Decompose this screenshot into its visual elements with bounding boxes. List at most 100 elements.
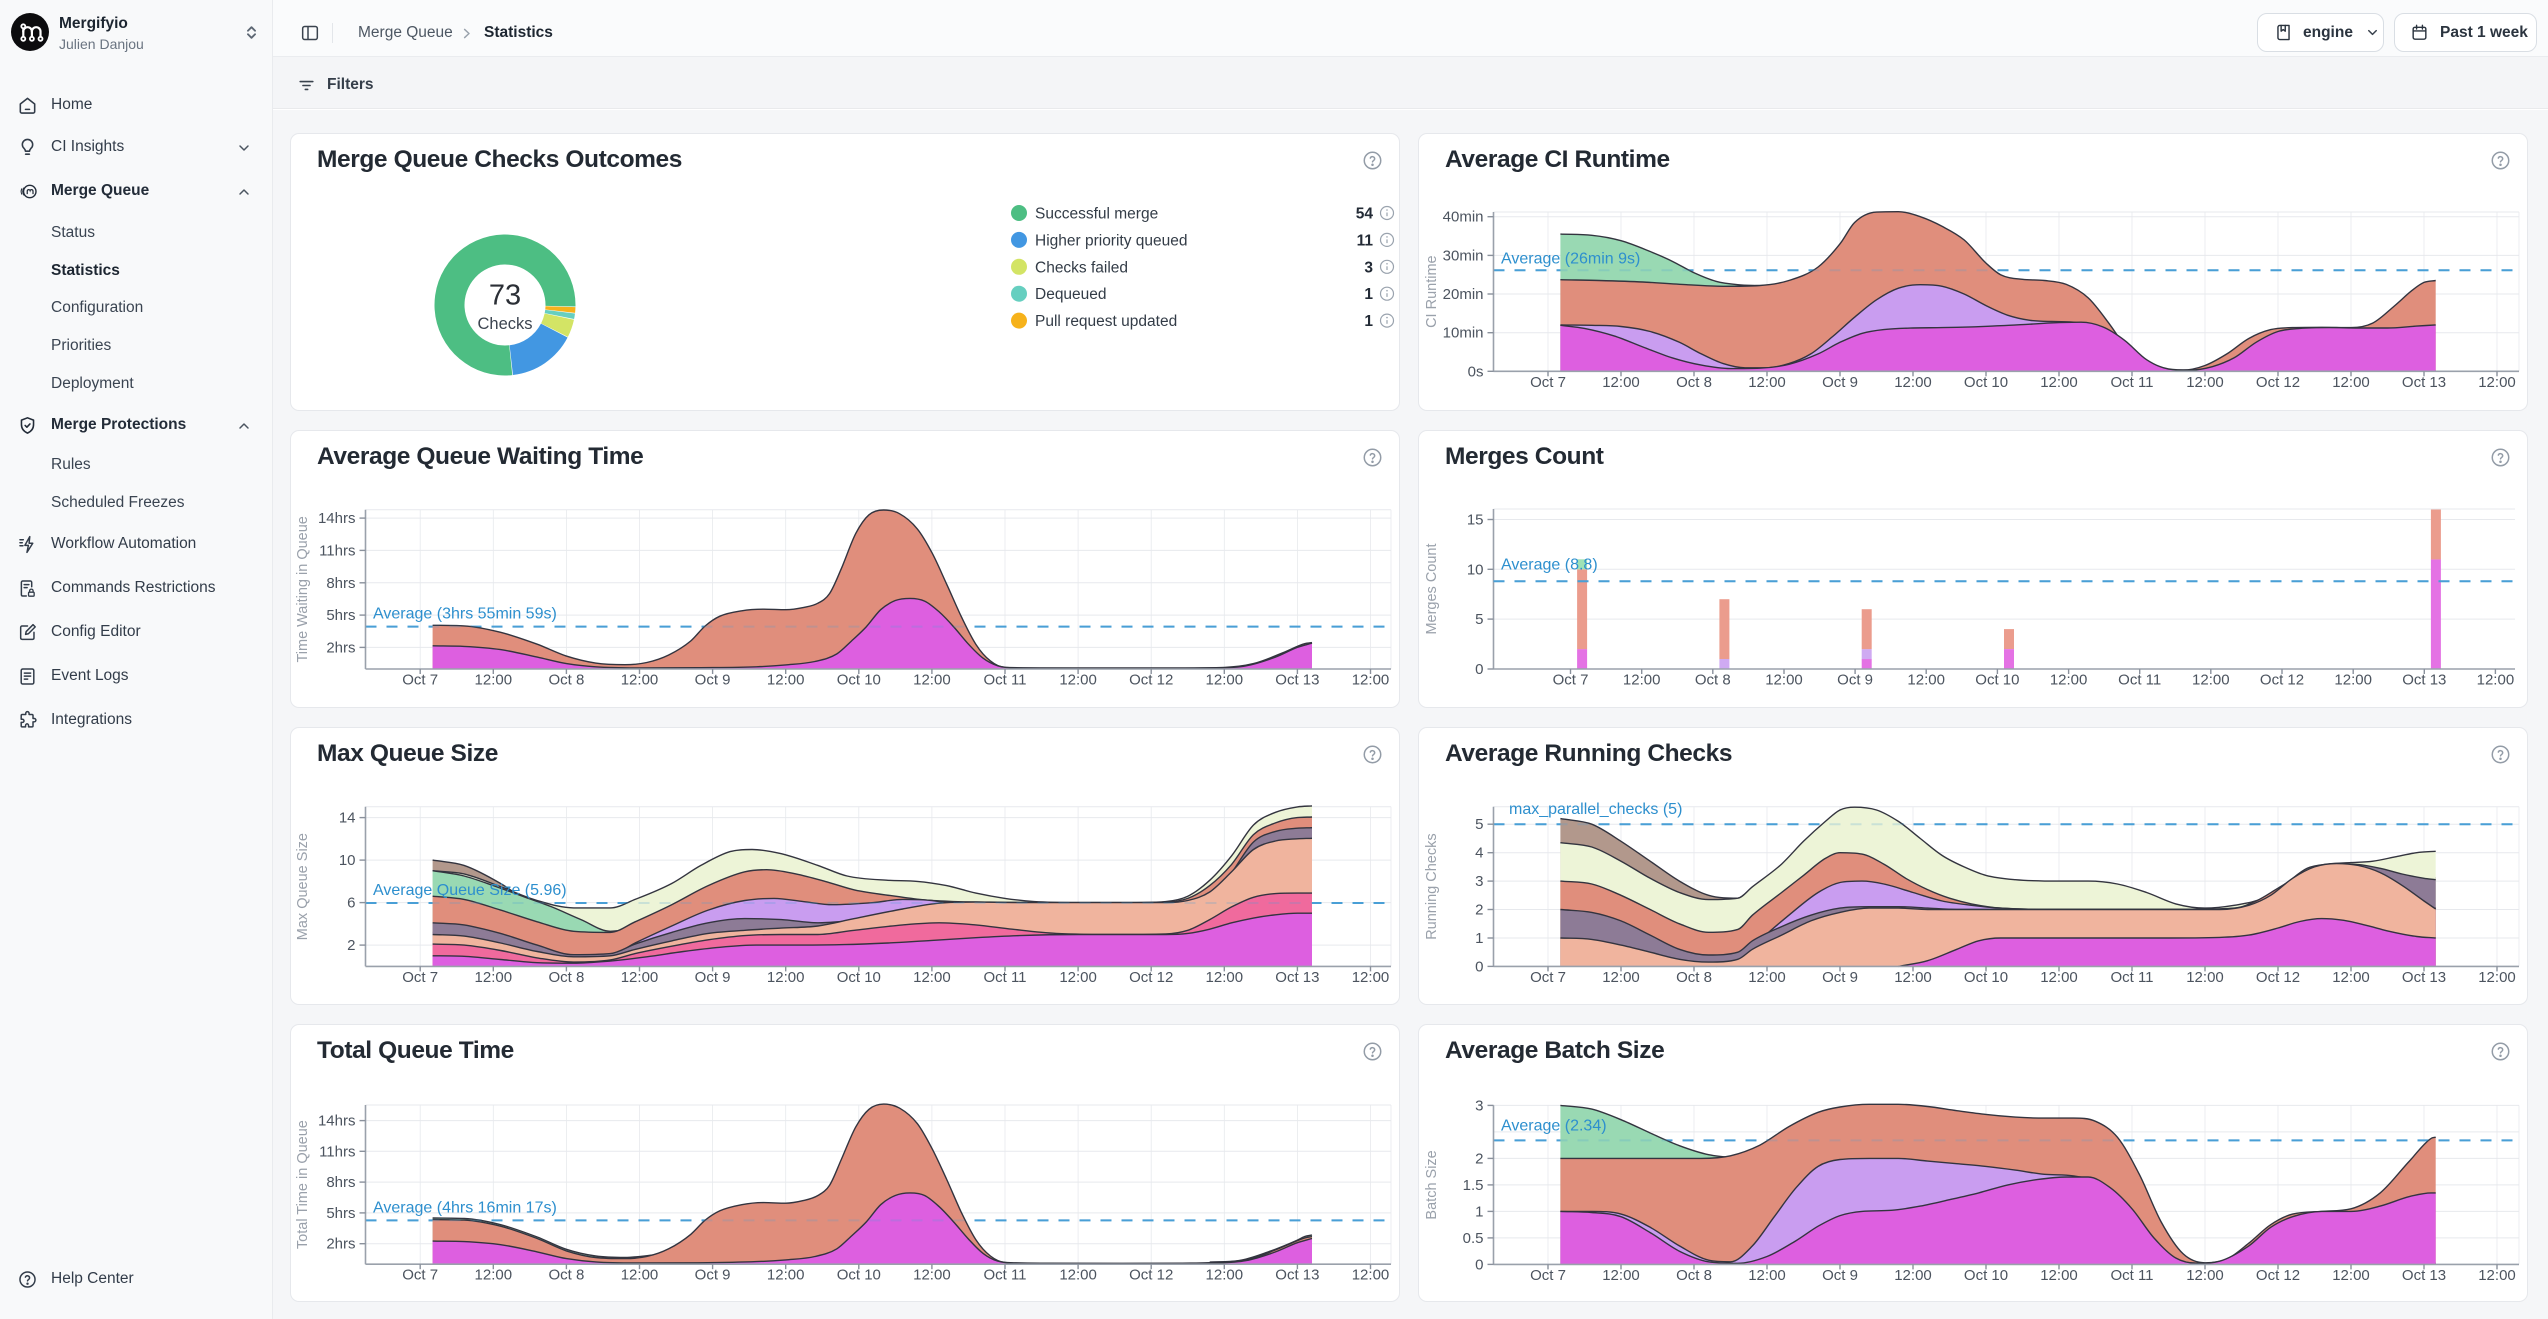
svg-text:Batch Size: Batch Size	[1424, 1150, 1440, 1219]
svg-text:Average (26min 9s): Average (26min 9s)	[1501, 250, 1640, 267]
svg-text:Oct 9: Oct 9	[1822, 969, 1858, 986]
svg-text:Oct 11: Oct 11	[2110, 969, 2153, 986]
svg-text:12:00: 12:00	[1602, 1267, 1640, 1284]
svg-text:11hrs: 11hrs	[319, 1143, 355, 1160]
svg-text:14hrs: 14hrs	[318, 510, 356, 527]
svg-text:12:00: 12:00	[621, 672, 659, 689]
svg-text:12:00: 12:00	[767, 672, 805, 689]
svg-text:12:00: 12:00	[767, 969, 805, 986]
svg-text:0: 0	[1475, 1256, 1483, 1273]
svg-text:Successful merge: Successful merge	[1035, 206, 1158, 223]
svg-text:12:00: 12:00	[1907, 672, 1945, 689]
svg-text:1.5: 1.5	[1463, 1177, 1484, 1194]
svg-text:Oct 8: Oct 8	[1676, 1267, 1712, 1284]
svg-text:12:00: 12:00	[1602, 969, 1640, 986]
svg-text:Oct 10: Oct 10	[1975, 672, 2019, 689]
svg-text:Oct 11: Oct 11	[2118, 672, 2161, 689]
svg-text:Running Checks: Running Checks	[1424, 833, 1440, 939]
svg-text:12:00: 12:00	[1352, 672, 1390, 689]
svg-text:Oct 13: Oct 13	[1275, 969, 1319, 986]
svg-text:5: 5	[1475, 816, 1483, 833]
svg-text:10min: 10min	[1443, 325, 1484, 342]
svg-text:Oct 9: Oct 9	[695, 1267, 731, 1284]
svg-text:10: 10	[339, 852, 356, 869]
svg-text:12:00: 12:00	[1894, 1267, 1932, 1284]
svg-text:20min: 20min	[1443, 286, 1484, 303]
svg-text:Checks: Checks	[477, 315, 532, 333]
svg-text:Oct 8: Oct 8	[548, 969, 584, 986]
svg-text:54: 54	[1356, 206, 1374, 223]
svg-text:3: 3	[1475, 1097, 1483, 1114]
svg-text:12:00: 12:00	[1765, 672, 1803, 689]
svg-text:10: 10	[1467, 561, 1484, 578]
svg-text:Higher priority queued: Higher priority queued	[1035, 232, 1188, 249]
svg-text:4: 4	[1475, 845, 1483, 862]
svg-text:Oct 11: Oct 11	[2110, 1267, 2153, 1284]
svg-text:Oct 7: Oct 7	[402, 672, 438, 689]
svg-text:12:00: 12:00	[1206, 1267, 1244, 1284]
svg-text:Oct 7: Oct 7	[1553, 672, 1589, 689]
svg-text:14hrs: 14hrs	[318, 1113, 356, 1130]
svg-text:12:00: 12:00	[2332, 374, 2370, 391]
svg-text:Oct 11: Oct 11	[983, 1267, 1026, 1284]
svg-text:Oct 10: Oct 10	[1964, 1267, 2008, 1284]
svg-text:Max Queue Size: Max Queue Size	[295, 833, 311, 940]
svg-text:15: 15	[1467, 512, 1484, 529]
svg-text:Oct 7: Oct 7	[1530, 969, 1566, 986]
svg-text:Oct 9: Oct 9	[1837, 672, 1873, 689]
svg-text:Oct 11: Oct 11	[983, 672, 1026, 689]
svg-text:12:00: 12:00	[1352, 969, 1390, 986]
svg-text:Oct 13: Oct 13	[2402, 1267, 2446, 1284]
svg-text:12:00: 12:00	[1748, 1267, 1786, 1284]
svg-text:Oct 13: Oct 13	[2402, 374, 2446, 391]
svg-text:CI Runtime: CI Runtime	[1424, 255, 1440, 328]
svg-text:Oct 9: Oct 9	[695, 969, 731, 986]
svg-text:1: 1	[1475, 1203, 1483, 1220]
svg-text:12:00: 12:00	[475, 672, 513, 689]
svg-text:2hrs: 2hrs	[326, 1236, 355, 1253]
svg-text:Oct 7: Oct 7	[1530, 374, 1566, 391]
svg-text:Oct 13: Oct 13	[1275, 1267, 1319, 1284]
svg-text:12:00: 12:00	[1748, 374, 1786, 391]
svg-text:12:00: 12:00	[913, 672, 951, 689]
svg-text:Oct 12: Oct 12	[1129, 672, 1173, 689]
svg-text:Oct 8: Oct 8	[548, 672, 584, 689]
svg-text:12:00: 12:00	[2040, 1267, 2078, 1284]
svg-text:Oct 9: Oct 9	[1822, 374, 1858, 391]
svg-text:12:00: 12:00	[2192, 672, 2230, 689]
svg-text:Oct 10: Oct 10	[837, 969, 881, 986]
svg-text:0: 0	[1475, 958, 1483, 975]
svg-text:12:00: 12:00	[2186, 1267, 2224, 1284]
svg-text:12:00: 12:00	[1206, 969, 1244, 986]
svg-text:12:00: 12:00	[2478, 969, 2516, 986]
svg-text:12:00: 12:00	[1059, 1267, 1097, 1284]
svg-text:Oct 12: Oct 12	[2260, 672, 2304, 689]
svg-text:11: 11	[1357, 232, 1374, 249]
svg-text:0.5: 0.5	[1463, 1230, 1484, 1247]
svg-text:Oct 11: Oct 11	[2110, 374, 2153, 391]
svg-text:12:00: 12:00	[621, 969, 659, 986]
svg-text:12:00: 12:00	[2332, 969, 2370, 986]
svg-text:0: 0	[1475, 661, 1483, 678]
svg-text:Oct 11: Oct 11	[983, 969, 1026, 986]
svg-text:Oct 13: Oct 13	[1275, 672, 1319, 689]
svg-text:2hrs: 2hrs	[326, 639, 355, 656]
svg-text:12:00: 12:00	[1748, 969, 1786, 986]
svg-text:12:00: 12:00	[1623, 672, 1661, 689]
svg-text:12:00: 12:00	[2478, 374, 2516, 391]
svg-text:73: 73	[489, 280, 521, 312]
svg-text:Oct 8: Oct 8	[1676, 969, 1712, 986]
svg-text:max_parallel_checks (5): max_parallel_checks (5)	[1509, 801, 1682, 818]
svg-text:3: 3	[1475, 873, 1483, 890]
svg-text:14: 14	[339, 810, 356, 827]
svg-text:5: 5	[1475, 611, 1483, 628]
svg-text:Average Queue Size (5.96): Average Queue Size (5.96)	[373, 882, 567, 899]
svg-text:11hrs: 11hrs	[319, 542, 355, 559]
svg-text:12:00: 12:00	[475, 1267, 513, 1284]
svg-text:12:00: 12:00	[475, 969, 513, 986]
svg-text:Average (2.34): Average (2.34)	[1501, 1117, 1607, 1134]
svg-text:Oct 9: Oct 9	[1822, 1267, 1858, 1284]
svg-text:12:00: 12:00	[1894, 969, 1932, 986]
svg-text:12:00: 12:00	[1206, 672, 1244, 689]
svg-text:Average (8.8): Average (8.8)	[1501, 556, 1598, 573]
